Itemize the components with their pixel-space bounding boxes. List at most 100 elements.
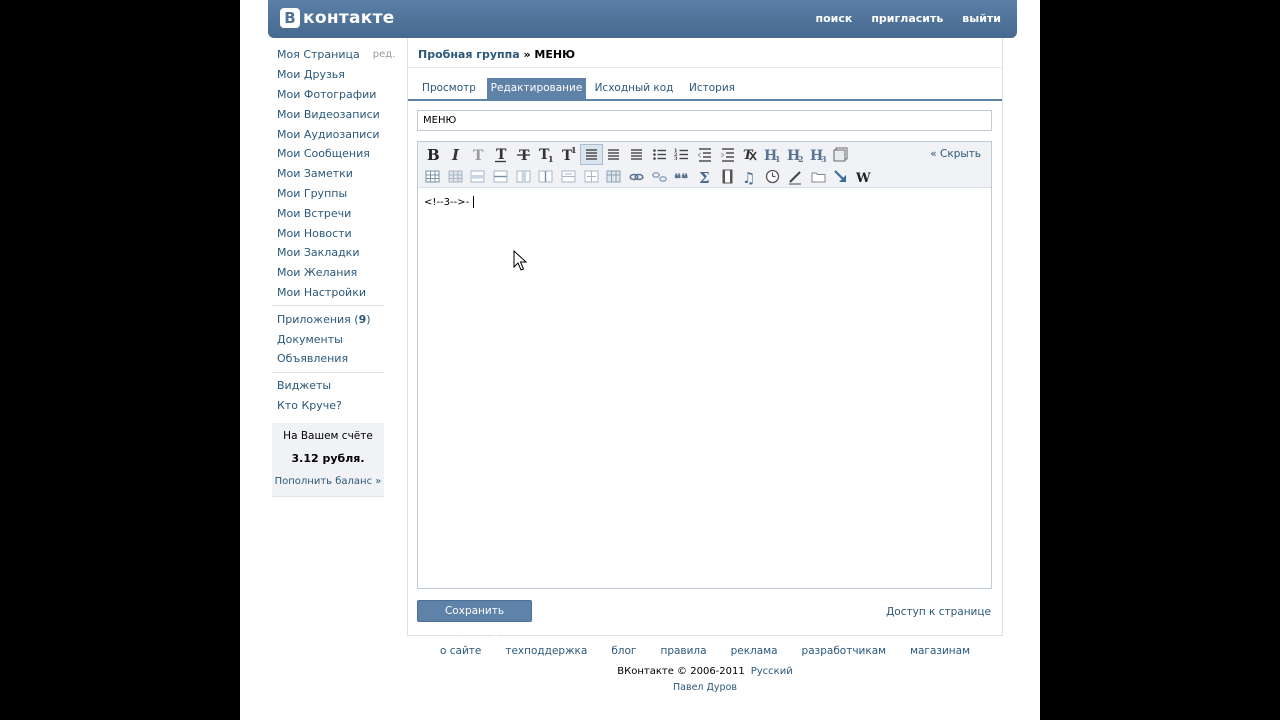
blockquote-button[interactable]: [829, 144, 852, 165]
sidebar-item-apps[interactable]: Приложения (9): [272, 309, 384, 329]
clock-button[interactable]: [761, 166, 784, 187]
sidebar-item-my-page[interactable]: Моя Страница ред.: [272, 45, 395, 65]
nav-invite-link[interactable]: пригласить: [871, 12, 943, 25]
table-merge-button[interactable]: [557, 166, 580, 187]
svg-text:3: 3: [674, 156, 678, 162]
superscript-button[interactable]: T1: [557, 144, 580, 165]
table-row-button[interactable]: [466, 166, 489, 187]
heading3-button[interactable]: H3: [807, 144, 830, 165]
sidebar-item-groups[interactable]: Мои Группы: [272, 184, 384, 204]
sidebar-item-friends[interactable]: Мои Друзья: [272, 65, 384, 85]
bold-button[interactable]: B: [421, 144, 444, 165]
text-color-button[interactable]: T: [466, 144, 489, 165]
bullet-list-button[interactable]: [648, 144, 671, 165]
strikethrough-button[interactable]: T: [512, 144, 535, 165]
align-center-button[interactable]: [603, 144, 626, 165]
table-cells-button[interactable]: [444, 166, 467, 187]
subscript-button[interactable]: T1: [534, 144, 557, 165]
tab-source[interactable]: Исходный код: [592, 78, 676, 99]
sidebar-item-news[interactable]: Мои Новости: [272, 223, 384, 243]
sidebar-item-documents[interactable]: Документы: [272, 329, 384, 349]
toolbar-row-2: ❝❝ Σ ♫ W: [421, 166, 875, 187]
italic-button[interactable]: I: [444, 144, 467, 165]
tab-edit[interactable]: Редактирование: [487, 78, 586, 99]
footer-link-shops[interactable]: магазинам: [910, 645, 970, 657]
blockquote-icon: [832, 146, 849, 163]
top-up-balance-link[interactable]: Пополнить баланс »: [272, 476, 384, 487]
sigma-button[interactable]: Σ: [693, 166, 716, 187]
save-page-button[interactable]: Сохранить страницу: [417, 600, 532, 637]
table-split-button[interactable]: [580, 166, 603, 187]
language-link[interactable]: Русский: [751, 666, 793, 677]
quote-button[interactable]: ❝❝: [671, 166, 694, 187]
footer-link-blog[interactable]: блог: [611, 645, 636, 657]
strikethrough-icon: T: [515, 146, 532, 163]
svg-text:Σ: Σ: [699, 169, 710, 185]
table-col-button[interactable]: [512, 166, 535, 187]
author-link[interactable]: Павел Дуров: [407, 682, 1003, 693]
outdent-button[interactable]: [693, 144, 716, 165]
sidebar-item-photos[interactable]: Мои Фотографии: [272, 85, 384, 105]
sidebar-item-videos[interactable]: Мои Видеозаписи: [272, 104, 384, 124]
link-button[interactable]: [625, 166, 648, 187]
footer-link-ads[interactable]: реклама: [731, 645, 778, 657]
numbered-list-button[interactable]: 123: [671, 144, 694, 165]
svg-text:T: T: [496, 147, 507, 163]
wiki-button[interactable]: W: [852, 166, 875, 187]
sidebar-item-widgets[interactable]: Виджеты: [272, 376, 384, 396]
sidebar-item-audio[interactable]: Мои Аудиозаписи: [272, 124, 384, 144]
sidebar-item-wishes[interactable]: Мои Желания: [272, 263, 384, 283]
top-nav: поиск пригласить выйти: [796, 12, 1001, 25]
arrow-button[interactable]: [829, 166, 852, 187]
italic-icon: I: [447, 146, 464, 163]
clear-format-button[interactable]: T: [739, 144, 762, 165]
footer-link-rules[interactable]: правила: [660, 645, 706, 657]
sidebar-item-bookmarks[interactable]: Мои Закладки: [272, 243, 384, 263]
nav-search-link[interactable]: поиск: [815, 12, 852, 25]
indent-button[interactable]: [716, 144, 739, 165]
clock-icon: [764, 168, 781, 185]
heading1-button[interactable]: H1: [761, 144, 784, 165]
wiki-icon: W: [855, 168, 872, 185]
editor-textarea[interactable]: <!--3-->-: [424, 196, 475, 208]
footer-link-support[interactable]: техподдержка: [505, 645, 587, 657]
table-delete-button[interactable]: [603, 166, 626, 187]
sidebar-item-events[interactable]: Мои Встречи: [272, 203, 384, 223]
align-right-button[interactable]: [625, 144, 648, 165]
sidebar-divider: [272, 371, 384, 373]
page-access-link[interactable]: Доступ к странице: [886, 606, 991, 618]
wiki-editor: BITTTT1T1123TH1H2H3 ❝❝ Σ ♫ W « Скрыть <!--3…: [417, 141, 992, 589]
sidebar-item-label: Приложения: [277, 312, 351, 326]
toolbar-row-1: BITTTT1T1123TH1H2H3: [421, 144, 852, 165]
folder-button[interactable]: [807, 166, 830, 187]
breadcrumb-separator: »: [519, 48, 535, 61]
hide-toolbar-link[interactable]: « Скрыть: [930, 148, 981, 160]
table-button[interactable]: [421, 166, 444, 187]
vk-logo[interactable]: В контакте: [280, 8, 395, 28]
unlink-button[interactable]: [648, 166, 671, 187]
video-button[interactable]: [716, 166, 739, 187]
tab-view[interactable]: Просмотр: [417, 78, 481, 99]
table-col-insert-button[interactable]: [534, 166, 557, 187]
pen-button[interactable]: [784, 166, 807, 187]
sidebar-item-settings[interactable]: Мои Настройки: [272, 283, 384, 303]
heading2-button[interactable]: H2: [784, 144, 807, 165]
footer-link-developers[interactable]: разработчикам: [802, 645, 887, 657]
footer-link-about[interactable]: о сайте: [440, 645, 481, 657]
sidebar-item-who-cooler[interactable]: Кто Круче?: [272, 396, 384, 416]
sidebar-item-ads[interactable]: Объявления: [272, 349, 384, 369]
sidebar: Моя Страница ред. Мои Друзья Мои Фотогра…: [272, 45, 395, 498]
table-row-insert-button[interactable]: [489, 166, 512, 187]
breadcrumb-group-link[interactable]: Пробная группа: [418, 48, 520, 61]
audio-button[interactable]: ♫: [739, 166, 762, 187]
align-left-button[interactable]: [579, 144, 603, 165]
nav-logout-link[interactable]: выйти: [962, 12, 1001, 25]
underline-button[interactable]: T: [489, 144, 512, 165]
sidebar-item-messages[interactable]: Мои Сообщения: [272, 144, 384, 164]
sidebar-item-notes[interactable]: Мои Заметки: [272, 164, 384, 184]
page-title-input[interactable]: [417, 110, 992, 131]
edit-page-link[interactable]: ред.: [373, 49, 396, 60]
align-left-icon: [583, 146, 600, 163]
tab-history[interactable]: История: [684, 78, 740, 99]
heading1-icon: H1: [764, 146, 781, 163]
